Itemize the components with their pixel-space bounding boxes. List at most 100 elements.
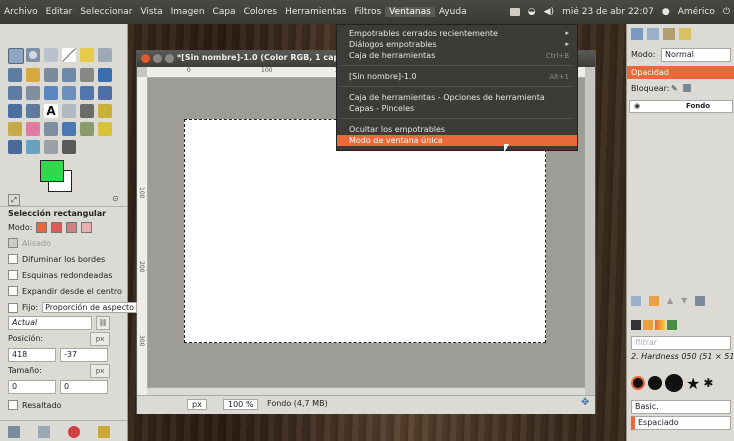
size-unit[interactable]: px <box>90 364 110 378</box>
brush-filter-input[interactable]: filtrar <box>631 336 731 350</box>
menu-item-toolbox-options[interactable]: Caja de herramientas - Opciones de herra… <box>349 93 545 102</box>
menu-filtros[interactable]: Filtros <box>350 7 385 17</box>
fixed-dropdown[interactable]: Proporción de aspecto <box>42 302 138 313</box>
volume-icon[interactable]: ◀) <box>544 7 554 17</box>
layer-mode-select[interactable]: Normal <box>661 48 731 62</box>
antialias-row[interactable]: Alisado <box>8 238 51 248</box>
move-icon[interactable] <box>98 68 112 82</box>
unit-selector[interactable]: px <box>187 399 207 410</box>
position-x-input[interactable]: 418 <box>8 348 56 362</box>
brushes-tab-icon[interactable] <box>631 320 641 330</box>
bucket-fill-icon[interactable] <box>62 104 76 118</box>
new-layer-icon[interactable] <box>631 296 641 306</box>
user-name[interactable]: Américo <box>678 7 715 17</box>
duplicate-icon[interactable] <box>695 296 706 306</box>
pencil-icon[interactable] <box>98 104 112 118</box>
paths-icon[interactable] <box>26 68 40 82</box>
foreground-color-swatch[interactable] <box>40 160 64 182</box>
feather-checkbox[interactable] <box>8 254 18 264</box>
menu-imagen[interactable]: Imagen <box>167 7 209 17</box>
antialias-checkbox[interactable] <box>8 238 18 248</box>
minimize-button[interactable] <box>153 54 162 63</box>
preset-field[interactable]: Basic. <box>631 400 731 414</box>
expand-center-row[interactable]: Expandir desde el centro <box>8 286 122 296</box>
scale-icon[interactable] <box>62 86 76 100</box>
vertical-ruler[interactable]: 100 200 300 <box>137 77 148 395</box>
ink-icon[interactable] <box>62 122 76 136</box>
layer-row[interactable]: ◉ Fondo <box>629 100 733 113</box>
delete-options-icon[interactable] <box>68 426 80 438</box>
expand-center-checkbox[interactable] <box>8 286 18 296</box>
channels-tab-icon[interactable] <box>647 28 659 40</box>
maximize-button[interactable] <box>165 54 174 63</box>
menu-herramientas[interactable]: Herramientas <box>281 7 350 17</box>
menu-vista[interactable]: Vista <box>136 7 166 17</box>
raise-icon[interactable]: ▲ <box>667 296 673 306</box>
layers-tab-icon[interactable] <box>631 28 643 40</box>
power-icon[interactable]: ⏻ <box>723 7 730 17</box>
fonts-tab-icon[interactable] <box>667 320 677 330</box>
rounded-row[interactable]: Esquinas redondeadas <box>8 270 112 280</box>
smudge-icon[interactable] <box>44 140 58 154</box>
eraser-icon[interactable] <box>26 122 40 136</box>
brush-grid[interactable]: ★ ✱ <box>631 368 731 398</box>
spacing-slider[interactable]: Espaciado <box>631 416 731 430</box>
color-select-icon[interactable] <box>80 48 94 62</box>
save-options-icon[interactable] <box>8 426 20 438</box>
size-height-input[interactable]: 0 <box>60 380 108 394</box>
mode-subtract-icon[interactable] <box>66 222 78 233</box>
lower-icon[interactable]: ▼ <box>681 296 687 306</box>
clone-icon[interactable] <box>80 122 94 136</box>
blur-icon[interactable] <box>26 140 40 154</box>
foreground-select-icon[interactable] <box>8 68 22 82</box>
chain-icon[interactable]: ⛓ <box>96 316 110 330</box>
menu-item-recent-docks[interactable]: Empotrables cerrados recientemente <box>349 29 498 38</box>
highlight-checkbox[interactable] <box>8 400 18 410</box>
menu-ventanas[interactable]: Ventanas <box>385 7 435 17</box>
menu-seleccionar[interactable]: Seleccionar <box>76 7 136 17</box>
paintbrush-icon[interactable] <box>8 122 22 136</box>
rect-select-icon[interactable] <box>8 48 24 64</box>
menu-ayuda[interactable]: Ayuda <box>435 7 471 17</box>
image-canvas[interactable] <box>184 119 546 343</box>
brush-item[interactable] <box>648 376 662 390</box>
mode-replace-icon[interactable] <box>36 222 48 233</box>
menu-item-toolbox[interactable]: Caja de herramientas <box>349 51 435 60</box>
perspective-clone-icon[interactable] <box>8 140 22 154</box>
rotate-icon[interactable] <box>44 86 58 100</box>
reset-options-icon[interactable] <box>98 426 110 438</box>
opacity-slider[interactable]: Opacidad <box>627 66 734 79</box>
actual-field[interactable]: Actual <box>8 316 92 330</box>
options-menu-icon[interactable]: ⊙ <box>112 194 119 203</box>
measure-icon[interactable] <box>80 68 94 82</box>
align-icon[interactable] <box>8 86 22 100</box>
zoom-icon[interactable] <box>62 68 76 82</box>
lock-alpha-icon[interactable] <box>683 84 691 92</box>
menu-colores[interactable]: Colores <box>240 7 282 17</box>
patterns-tab-icon[interactable] <box>643 320 653 330</box>
highlight-row[interactable]: Resaltado <box>8 400 61 410</box>
restore-icon[interactable]: ⤢ <box>8 194 20 206</box>
visibility-icon[interactable]: ◉ <box>634 102 640 110</box>
close-button[interactable] <box>141 54 150 63</box>
undo-tab-icon[interactable] <box>679 28 691 40</box>
fuzzy-select-icon[interactable] <box>62 48 76 62</box>
scissors-icon[interactable] <box>98 48 112 62</box>
heal-icon[interactable] <box>98 122 112 136</box>
menu-item-image-window[interactable]: [Sin nombre]-1.0 <box>349 72 417 81</box>
perspective-icon[interactable] <box>98 86 112 100</box>
brush-item[interactable] <box>665 374 683 392</box>
menu-item-layers-brushes[interactable]: Capas - Pinceles <box>349 104 414 113</box>
mode-intersect-icon[interactable] <box>81 222 93 233</box>
menu-item-dockable-dialogs[interactable]: Diálogos empotrables <box>349 40 437 49</box>
brush-item[interactable]: ★ <box>686 374 700 393</box>
gradients-tab-icon[interactable] <box>655 320 665 330</box>
size-width-input[interactable]: 0 <box>8 380 56 394</box>
dodge-icon[interactable] <box>62 140 76 154</box>
paths-tab-icon[interactable] <box>663 28 675 40</box>
crop-icon[interactable] <box>26 86 40 100</box>
cage-icon[interactable] <box>26 104 40 118</box>
flip-icon[interactable] <box>8 104 22 118</box>
mail-icon[interactable] <box>509 8 520 16</box>
brush-item[interactable] <box>631 376 645 390</box>
